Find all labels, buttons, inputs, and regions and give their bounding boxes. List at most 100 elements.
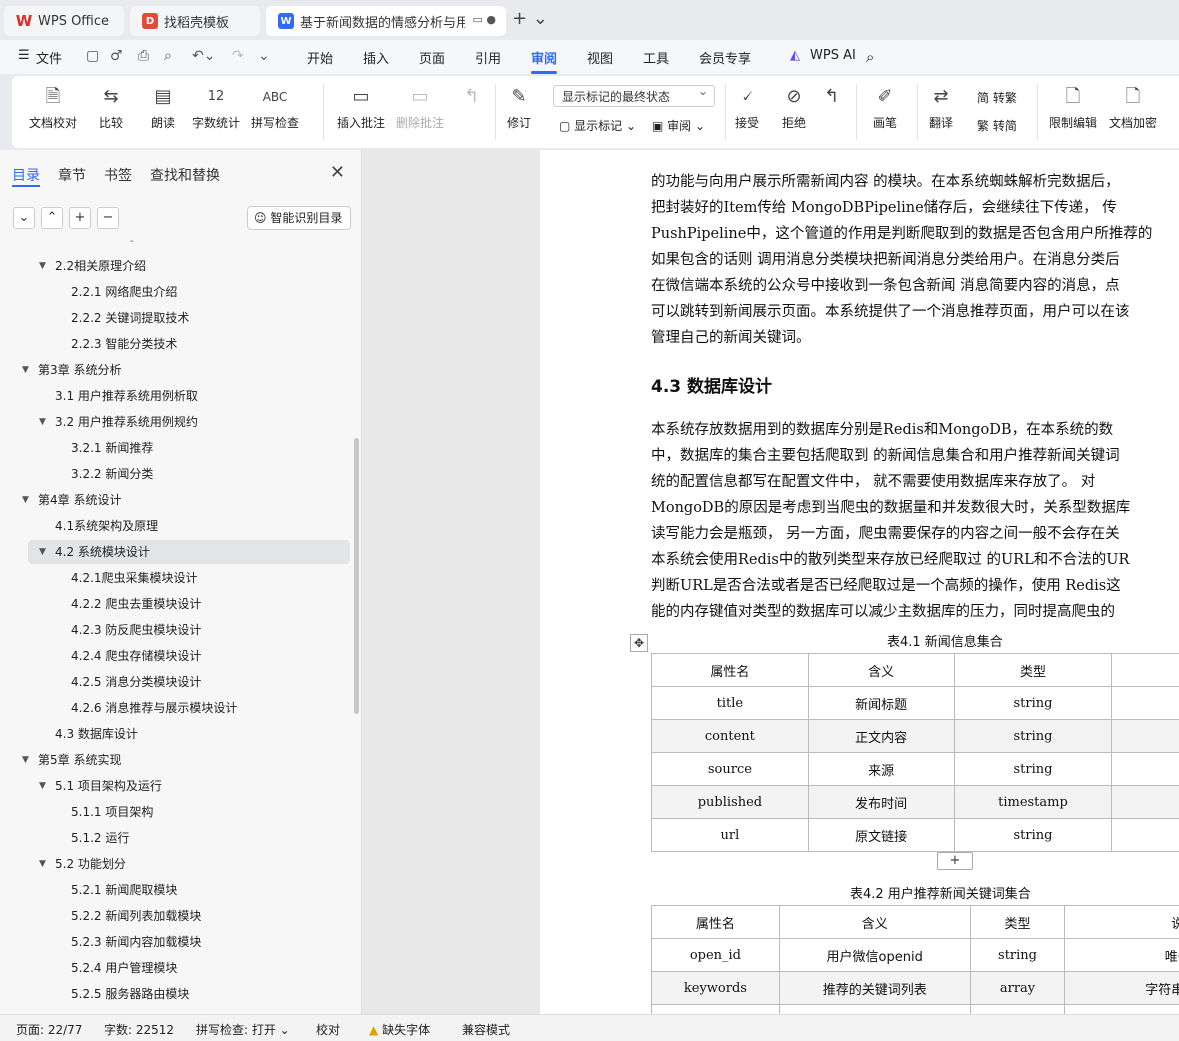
missing-font-status[interactable]: ▲ 缺失字体	[369, 1021, 430, 1038]
tab-document[interactable]: W 基于新闻数据的情感分析与用户 ▭ ●	[266, 6, 506, 36]
table-cell[interactable]: 纯文	[1111, 719, 1179, 753]
expand-toggle-icon[interactable]: ▼	[22, 488, 29, 512]
more-chevron-icon[interactable]: ⌄	[258, 48, 270, 64]
review-pane-dropdown[interactable]: ▣ 审阅 ⌄	[652, 117, 705, 134]
toc-item[interactable]: 3.1 用户推荐系统用例析取	[55, 384, 198, 408]
to-simplified-button[interactable]: 繁 转简	[977, 117, 1017, 134]
compare-button[interactable]: ⇆ 比较	[99, 84, 123, 131]
toc-item[interactable]: 4.2.6 消息推荐与展示模块设计	[71, 696, 237, 720]
table-cell[interactable]: array	[969, 1004, 1066, 1014]
markup-state-select[interactable]: 显示标记的最终状态	[553, 84, 715, 107]
news-info-table[interactable]: 属性名含义类型说明title新闻标题stringcontent正文内容strin…	[651, 653, 1179, 852]
tab-unsaved-dot-icon[interactable]: ▭ ●	[473, 13, 497, 26]
table-cell[interactable]: 正文内容	[807, 719, 955, 753]
show-markup-dropdown[interactable]: ▢ 显示标记 ⌄	[559, 117, 636, 134]
table-cell[interactable]: string	[953, 719, 1113, 753]
spell-check-button[interactable]: ABC 拼写检查	[251, 84, 299, 131]
toc-item[interactable]: ▼ 5.1 项目架构及运行	[39, 774, 162, 798]
table-cell[interactable]: source	[651, 752, 809, 786]
prev-comment-button[interactable]: ↰	[464, 84, 479, 110]
toc-item[interactable]: 4.3 数据库设计	[55, 722, 138, 746]
brush-button[interactable]: ✐ 画笔	[873, 84, 897, 131]
smart-toc-button[interactable]: ☺ 智能识别目录	[247, 206, 351, 230]
table-cell[interactable]: 精确	[1111, 785, 1179, 819]
table-cell[interactable]: string	[969, 938, 1066, 972]
table-cell[interactable]: 来源	[807, 752, 955, 786]
word-count-button[interactable]: 12 字数统计	[192, 84, 240, 131]
print-icon[interactable]: ⎙	[138, 48, 149, 64]
menu-start[interactable]: 开始	[307, 48, 333, 67]
menu-reference[interactable]: 引用	[475, 48, 501, 67]
table-cell[interactable]: 发布时间	[807, 785, 955, 819]
toc-item[interactable]: 2.2.3 智能分类技术	[71, 332, 177, 356]
menu-review[interactable]: 审阅	[531, 48, 557, 67]
translate-button[interactable]: ⇄ 翻译	[929, 84, 953, 131]
table-cell[interactable]: 字符串类型	[1064, 971, 1179, 1005]
toc-scrollbar[interactable]	[354, 438, 359, 714]
menu-file[interactable]: 文件	[36, 48, 62, 67]
toc-item[interactable]: ▼ 第3章 系统分析	[22, 358, 121, 382]
expand-toggle-icon[interactable]: ▼	[39, 852, 46, 876]
expand-toggle-icon[interactable]: ▼	[22, 358, 29, 382]
tab-wps-office[interactable]: W WPS Office	[4, 6, 124, 36]
expand-toggle-icon[interactable]: ▼	[39, 774, 46, 798]
table-cell[interactable]: string	[953, 686, 1113, 720]
hamburger-icon[interactable]: ☰	[18, 48, 30, 63]
toc-item[interactable]: 5.2.3 新闻内容加载模块	[71, 930, 201, 954]
table-cell[interactable]: keywords	[651, 971, 780, 1005]
new-tab-button[interactable]: + ⌄	[512, 8, 548, 29]
add-heading-button[interactable]: +	[69, 207, 91, 229]
table-cell[interactable]: 新闻	[1111, 752, 1179, 786]
table-cell[interactable]: title	[651, 686, 809, 720]
table-move-handle-icon[interactable]: ✥	[630, 634, 648, 652]
table-cell[interactable]: timestamp	[953, 785, 1113, 819]
toc-item[interactable]: 4.1系统架构及原理	[55, 514, 158, 538]
expand-toggle-icon[interactable]: ▼	[22, 748, 29, 772]
toc-item[interactable]: ▼ 5.2 功能划分	[39, 852, 126, 876]
table-cell[interactable]: 字符串类型	[1064, 1004, 1179, 1014]
table-cell[interactable]: 推荐的标签列表	[778, 1004, 971, 1014]
tab-template[interactable]: D 找稻壳模板	[130, 6, 260, 36]
proofread-status[interactable]: 校对	[316, 1021, 340, 1038]
word-count-status[interactable]: 字数: 22512	[104, 1021, 174, 1038]
table-cell[interactable]: array	[969, 971, 1066, 1005]
toc-item[interactable]: ▼ 3.2 用户推荐系统用例规约	[39, 410, 198, 434]
encrypt-button[interactable]: 🗋 文档加密	[1109, 84, 1157, 131]
remove-heading-button[interactable]: −	[97, 207, 119, 229]
toc-item[interactable]: ▼ 4.2 系统模块设计	[28, 540, 350, 564]
table-cell[interactable]: 新闻标题	[807, 686, 955, 720]
toc-item[interactable]: 5.2.4 用户管理模块	[71, 956, 177, 980]
panel-tab-chapters[interactable]: 章节	[58, 165, 86, 185]
redo-icon[interactable]: ↷	[232, 48, 244, 64]
table-cell[interactable]: 用户微信openid	[778, 938, 971, 972]
table-cell[interactable]: url	[651, 818, 809, 852]
save-icon[interactable]: ▢	[86, 48, 99, 64]
toc-item[interactable]: 4.2.1爬虫采集模块设计	[71, 566, 198, 590]
toc-item[interactable]: ▼ 2.2相关原理介绍	[39, 254, 146, 278]
document-page[interactable]: 的功能与向用户展示所需新闻内容 的模块。在本系统蜘蛛解析完数据后， 把封装好的It…	[540, 150, 1179, 1014]
table-cell[interactable]: string	[953, 752, 1113, 786]
to-traditional-button[interactable]: 简 转繁	[977, 89, 1017, 106]
insert-comment-button[interactable]: ▭ 插入批注	[337, 84, 385, 131]
doc-check-button[interactable]: 🗎 文档校对	[29, 84, 77, 131]
share-icon[interactable]: ♂	[110, 48, 123, 64]
table-cell[interactable]: tags	[651, 1004, 780, 1014]
table-cell[interactable]: content	[651, 719, 809, 753]
menu-view[interactable]: 视图	[587, 48, 613, 67]
expand-toggle-icon[interactable]: ▼	[39, 540, 46, 564]
table-cell[interactable]: 推荐的关键词列表	[778, 971, 971, 1005]
table-cell[interactable]: open_id	[651, 938, 780, 972]
menu-tools[interactable]: 工具	[643, 48, 669, 67]
print-preview-icon[interactable]: ⌕	[164, 48, 172, 64]
search-icon[interactable]: ⌕	[866, 48, 874, 66]
menu-wps-ai[interactable]: WPS AI	[810, 48, 856, 63]
accept-button[interactable]: 🗸 接受	[735, 84, 759, 131]
toc-item[interactable]: 5.2.2 新闻列表加载模块	[71, 904, 201, 928]
collapse-up-button[interactable]: ⌃	[41, 207, 63, 229]
read-aloud-button[interactable]: ▤ 朗读	[151, 84, 175, 131]
revise-button[interactable]: ✎ 修订	[507, 84, 531, 131]
restrict-edit-button[interactable]: 🗋 限制编辑	[1049, 84, 1097, 131]
table-cell[interactable]: string	[953, 818, 1113, 852]
toc-item[interactable]: ▼ 第5章 系统实现	[22, 748, 121, 772]
toc-item[interactable]: 5.2.5 服务器路由模块	[71, 982, 189, 1006]
